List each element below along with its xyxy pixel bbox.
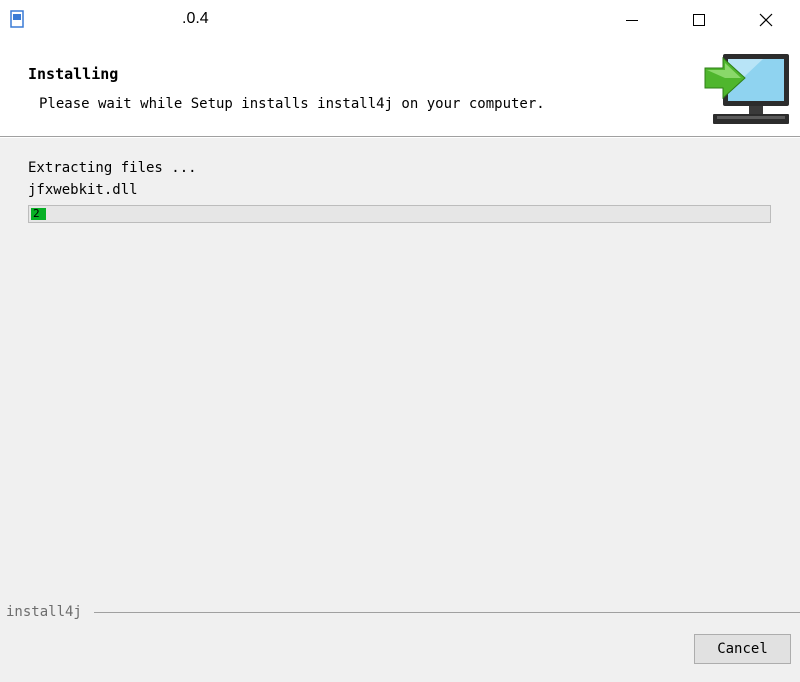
maximize-icon [692, 14, 705, 26]
title-bar: .0.4 [0, 0, 800, 40]
installer-content: Extracting files ... jfxwebkit.dll 2 ins… [0, 138, 800, 682]
page-subtitle: Please wait while Setup installs install… [39, 96, 545, 112]
close-icon [759, 13, 772, 27]
computer-install-arrow-icon [704, 54, 789, 124]
installer-header: Installing Please wait while Setup insta… [0, 40, 800, 137]
progress-bar: 2 [28, 205, 771, 223]
maximize-button[interactable] [665, 0, 732, 40]
cancel-button[interactable]: Cancel [694, 634, 791, 664]
progress-percent: 2 [33, 207, 40, 220]
footer-divider [94, 612, 800, 613]
minimize-icon [625, 20, 638, 21]
progress-status: Extracting files ... [28, 160, 197, 176]
window-title: .0.4 [182, 10, 209, 27]
current-file: jfxwebkit.dll [28, 182, 138, 198]
close-button[interactable] [732, 0, 799, 40]
minimize-button[interactable] [598, 0, 665, 40]
footer-brand: install4j [6, 604, 82, 620]
installer-app-icon [10, 10, 24, 28]
page-title: Installing [28, 65, 119, 83]
